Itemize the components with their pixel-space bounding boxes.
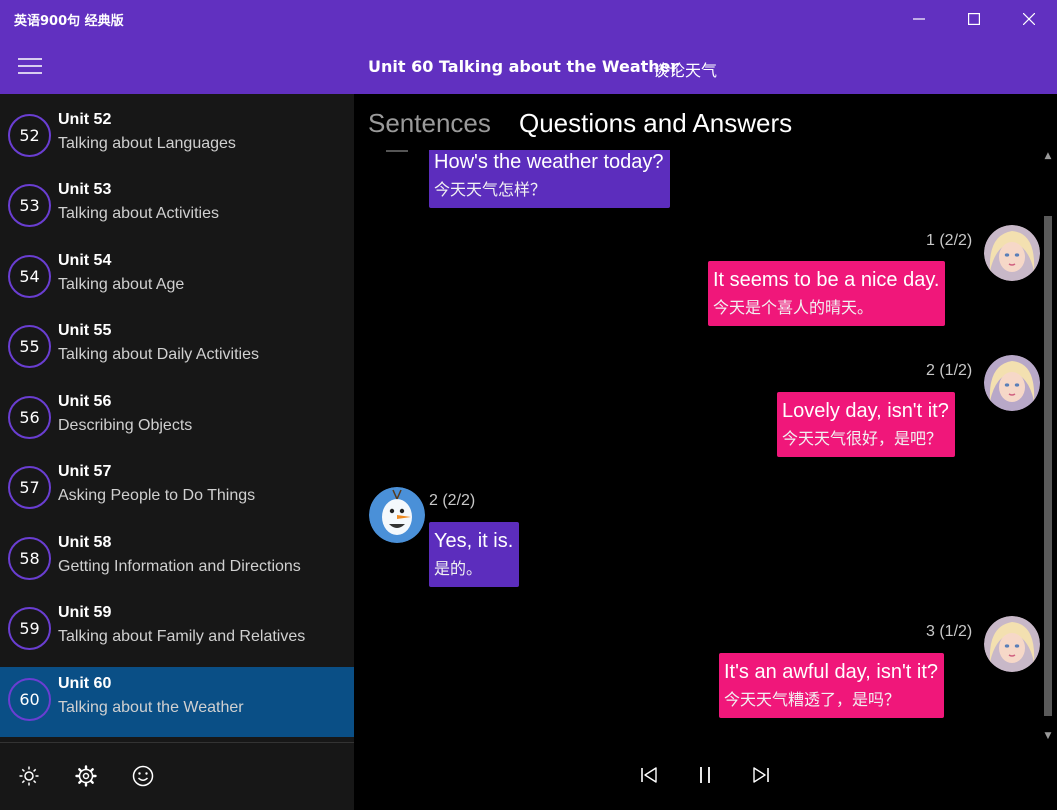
- settings-button[interactable]: [71, 761, 101, 791]
- sidebar-item-unit-56[interactable]: 56 Unit 56 Describing Objects: [0, 385, 354, 455]
- message-bubble-left[interactable]: How's the weather today? 今天天气怎样？: [429, 150, 670, 208]
- feedback-button[interactable]: [128, 761, 158, 791]
- elsa-avatar-icon: [984, 616, 1040, 672]
- pause-icon: [700, 767, 710, 783]
- unit-name: Unit 59: [58, 604, 112, 621]
- elsa-avatar-icon: [984, 355, 1040, 411]
- unit-number-badge: 53: [8, 184, 51, 227]
- smiley-icon: [132, 765, 154, 787]
- unit-number-badge: 59: [8, 607, 51, 650]
- unit-name: Unit 60: [58, 675, 112, 692]
- message-bubble-right[interactable]: It's an awful day, isn't it? 今天天气糟透了，是吗？: [719, 653, 945, 718]
- message-english: It seems to be a nice day.: [713, 269, 940, 291]
- page-title: Unit 60 Talking about the Weather: [368, 57, 679, 76]
- scroll-thumb[interactable]: [1044, 216, 1052, 716]
- maximize-icon: [968, 13, 980, 25]
- menu-button[interactable]: [14, 51, 46, 81]
- skip-previous-icon: [641, 767, 657, 783]
- unit-description: Talking about Activities: [58, 205, 219, 222]
- message-meta: 3 (1/2): [926, 623, 973, 640]
- message-chinese: 今天天气糟透了，是吗？: [724, 690, 901, 709]
- close-icon: [1023, 13, 1035, 25]
- close-button[interactable]: [1002, 0, 1056, 38]
- elsa-avatar-icon: [984, 225, 1040, 281]
- tab-questions-and-answers[interactable]: Questions and Answers: [519, 108, 792, 139]
- message-bubble-right[interactable]: Lovely day, isn't it? 今天天气很好，是吧？: [777, 392, 955, 457]
- sidebar-divider: [0, 742, 354, 743]
- minimize-button[interactable]: [892, 0, 946, 38]
- unit-description: Talking about Daily Activities: [58, 346, 259, 363]
- olaf-avatar-icon: [369, 487, 425, 543]
- unit-name: Unit 55: [58, 322, 112, 339]
- sidebar-item-unit-58[interactable]: 58 Unit 58 Getting Information and Direc…: [0, 526, 354, 596]
- sidebar-item-unit-57[interactable]: 57 Unit 57 Asking People to Do Things: [0, 455, 354, 525]
- brightness-button[interactable]: [14, 761, 44, 791]
- message-chinese: 今天天气怎样？: [434, 180, 547, 199]
- unit-name: Unit 53: [58, 181, 112, 198]
- unit-name: Unit 56: [58, 393, 112, 410]
- app-title: 英语900句 经典版: [14, 14, 124, 29]
- unit-description: Asking People to Do Things: [58, 487, 256, 504]
- unit-number-badge: 60: [8, 678, 51, 721]
- avatar-elsa: [984, 355, 1040, 411]
- sidebar-item-unit-55[interactable]: 55 Unit 55 Talking about Daily Activitie…: [0, 314, 354, 384]
- scroll-down-icon[interactable]: ▼: [1043, 730, 1053, 742]
- message-meta: 2 (1/2): [926, 362, 973, 379]
- sidebar-item-unit-53[interactable]: 53 Unit 53 Talking about Activities: [0, 173, 354, 243]
- avatar-elsa: [984, 616, 1040, 672]
- unit-name: Unit 54: [58, 252, 112, 269]
- message-meta: 1 (2/2): [926, 232, 973, 249]
- message-english: It's an awful day, isn't it?: [724, 661, 939, 683]
- skip-next-icon: [753, 767, 769, 783]
- scroll-up-icon[interactable]: ▲: [1043, 150, 1053, 162]
- sidebar-item-unit-60[interactable]: 60 Unit 60 Talking about the Weather: [0, 667, 354, 737]
- sidebar-item-unit-59[interactable]: 59 Unit 59 Talking about Family and Rela…: [0, 596, 354, 666]
- message-meta: 2 (2/2): [429, 492, 476, 509]
- pause-button[interactable]: [691, 760, 719, 790]
- gear-icon: [75, 765, 97, 787]
- unit-description: Getting Information and Directions: [58, 558, 301, 575]
- conversation-list: How's the weather today? 今天天气怎样？ 1 (2/2)…: [354, 150, 1042, 760]
- message-bubble-left[interactable]: Yes, it is. 是的。: [429, 522, 520, 587]
- unit-number-badge: 58: [8, 537, 51, 580]
- unit-name: Unit 58: [58, 534, 112, 551]
- unit-description: Describing Objects: [58, 417, 193, 434]
- maximize-button[interactable]: [947, 0, 1001, 38]
- avatar-olaf: [369, 487, 425, 543]
- page-title-chinese: 谈论天气: [653, 61, 718, 80]
- message-english: Yes, it is.: [434, 530, 514, 552]
- sidebar-item-unit-54[interactable]: 54 Unit 54 Talking about Age: [0, 244, 354, 314]
- sidebar-item-unit-52[interactable]: 52 Unit 52 Talking about Languages: [0, 103, 354, 173]
- unit-description: Talking about Languages: [58, 135, 236, 152]
- unit-name: Unit 57: [58, 463, 112, 480]
- brightness-icon: [19, 766, 39, 786]
- message-english: Lovely day, isn't it?: [782, 400, 949, 422]
- hamburger-icon: [18, 58, 42, 74]
- minimize-icon: [913, 18, 925, 20]
- unit-number-badge: 56: [8, 396, 51, 439]
- unit-number-badge: 52: [8, 114, 51, 157]
- title-bar: 英语900句 经典版: [0, 0, 1057, 38]
- conversation-scrollbar[interactable]: ▲ ▼: [1042, 150, 1054, 746]
- unit-number-badge: 57: [8, 466, 51, 509]
- unit-name: Unit 52: [58, 111, 112, 128]
- avatar-edge: [386, 150, 408, 152]
- tab-sentences[interactable]: Sentences: [368, 108, 491, 139]
- unit-sidebar: 52 Unit 52 Talking about Languages 53 Un…: [0, 94, 354, 810]
- app-header: Unit 60 Talking about the Weather 谈论天气: [0, 38, 1057, 94]
- message-chinese: 今天天气很好，是吧？: [782, 429, 943, 448]
- unit-description: Talking about Family and Relatives: [58, 628, 306, 645]
- unit-number-badge: 54: [8, 255, 51, 298]
- previous-button[interactable]: [635, 760, 663, 790]
- message-bubble-right[interactable]: It seems to be a nice day. 今天是个喜人的晴天。: [708, 261, 946, 326]
- unit-description: Talking about Age: [58, 276, 185, 293]
- unit-description: Talking about the Weather: [58, 699, 244, 716]
- message-chinese: 今天是个喜人的晴天。: [713, 298, 874, 317]
- avatar-elsa: [984, 225, 1040, 281]
- message-english: How's the weather today?: [434, 151, 664, 173]
- message-chinese: 是的。: [434, 559, 483, 578]
- unit-number-badge: 55: [8, 325, 51, 368]
- next-button[interactable]: [747, 760, 775, 790]
- main-panel: Sentences Questions and Answers How's th…: [354, 94, 1057, 810]
